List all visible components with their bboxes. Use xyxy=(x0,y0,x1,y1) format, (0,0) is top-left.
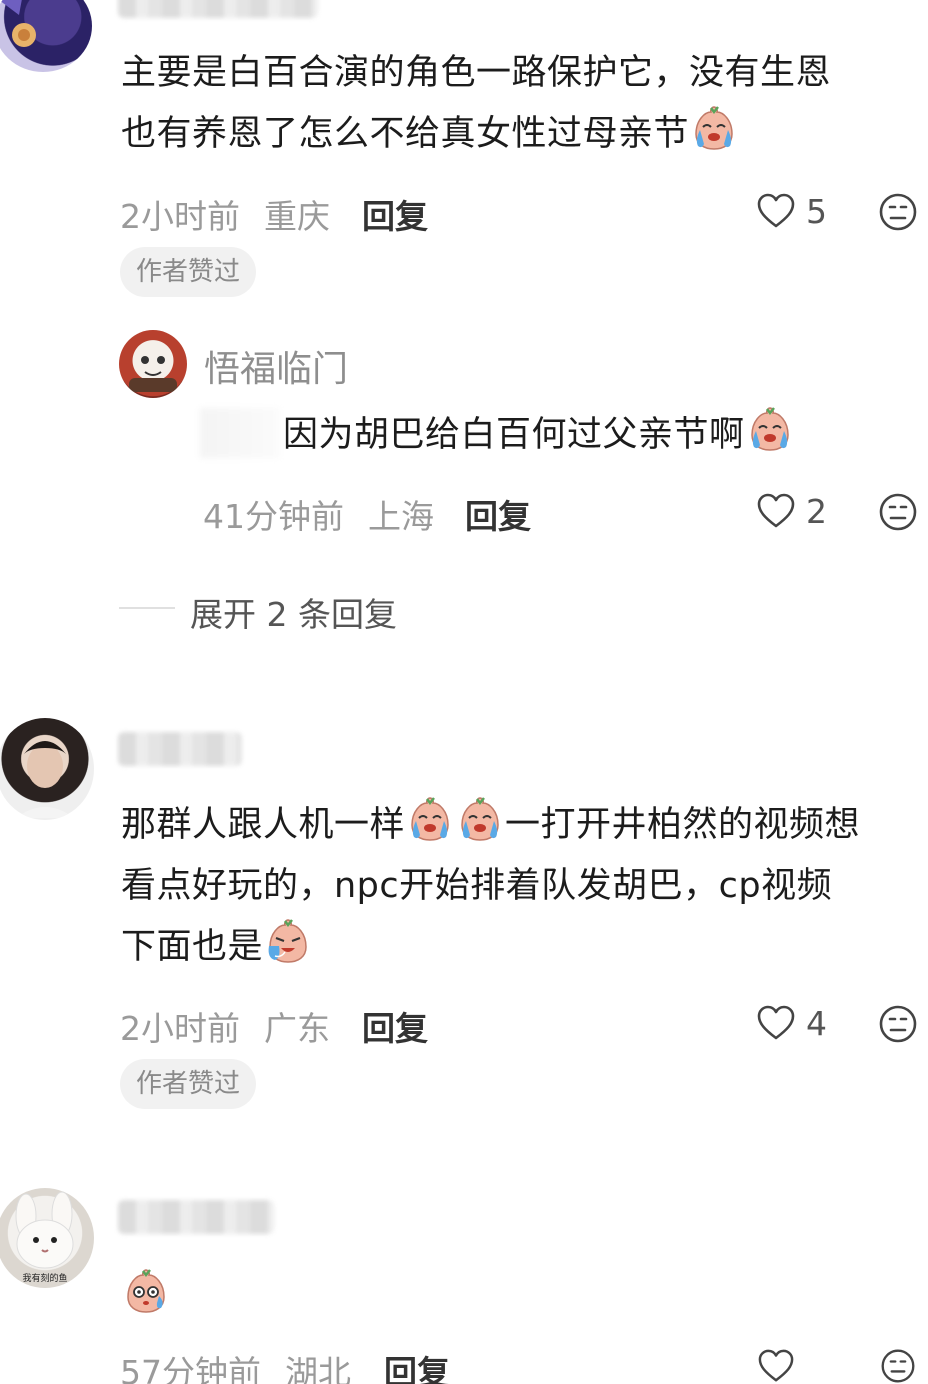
neutral-face-icon[interactable] xyxy=(878,1348,918,1384)
comment-text-line: 主要是白百合演的角色一路保护它，没有生恩 xyxy=(121,53,832,93)
quoted-blur xyxy=(200,408,280,458)
heart-outline-icon[interactable] xyxy=(756,492,796,530)
expand-replies-button[interactable]: 展开 2 条回复 xyxy=(190,588,397,636)
crying-face-emoji xyxy=(461,797,499,841)
crying-face-emoji xyxy=(411,797,449,841)
avatar[interactable] xyxy=(0,718,94,820)
like-count: 5 xyxy=(806,192,827,231)
reply-button[interactable]: 回复 xyxy=(384,1346,450,1384)
stunned-face-emoji xyxy=(127,1269,165,1313)
crying-face-emoji xyxy=(695,106,733,150)
avatar-caption: 我有刻的鱼 xyxy=(22,1272,67,1284)
neutral-face-icon[interactable] xyxy=(878,1004,918,1044)
heart-outline-icon[interactable] xyxy=(756,1348,796,1384)
author-liked-badge: 作者赞过 xyxy=(120,247,257,297)
sobbing-face-emoji xyxy=(268,919,307,963)
username-blurred[interactable] xyxy=(118,0,318,18)
reply-button[interactable]: 回复 xyxy=(362,190,428,238)
comment-time: 2小时前 xyxy=(120,1009,240,1048)
neutral-face-icon[interactable] xyxy=(878,192,918,232)
like-count: 4 xyxy=(806,1004,827,1043)
avatar[interactable] xyxy=(119,330,187,398)
author-liked-badge: 作者赞过 xyxy=(120,1059,257,1109)
like-count: 2 xyxy=(806,492,827,531)
reply-button[interactable]: 回复 xyxy=(465,490,531,538)
avatar-art xyxy=(129,356,177,392)
neutral-face-icon[interactable] xyxy=(878,492,918,532)
expand-divider xyxy=(119,607,175,609)
comment-text-line: 那群人跟人机一样 一打开井柏然的视频想 xyxy=(121,794,860,856)
comment-text-line: 也有养恩了怎么不给真女性过母亲节 xyxy=(121,103,739,165)
comment-time: 57分钟前 xyxy=(120,1353,261,1384)
reply-time: 41分钟前 xyxy=(203,497,344,536)
comment-location: 广东 xyxy=(264,1009,330,1048)
heart-outline-icon[interactable] xyxy=(756,192,796,230)
comment-time: 2小时前 xyxy=(120,197,240,236)
comment-text-line: 看点好玩的，npc开始排着队发胡巴，cp视频 xyxy=(121,866,833,906)
username-blurred[interactable] xyxy=(118,732,242,766)
heart-outline-icon[interactable] xyxy=(756,1004,796,1042)
reply-button[interactable]: 回复 xyxy=(362,1002,428,1050)
reply-text: 因为胡巴给白百何过父亲节啊 xyxy=(283,404,795,466)
crying-face-emoji xyxy=(750,407,789,451)
comment-text-line: 下面也是 xyxy=(121,916,313,978)
avatar-art: 我有刻的鱼 xyxy=(15,1191,74,1284)
reply-location: 上海 xyxy=(368,497,434,536)
avatar-art xyxy=(16,741,74,818)
username-blurred[interactable] xyxy=(118,1200,274,1234)
username[interactable]: 悟福临门 xyxy=(204,340,348,392)
avatar-art xyxy=(0,0,36,47)
avatar[interactable]: 我有刻的鱼 xyxy=(0,1188,94,1288)
avatar[interactable] xyxy=(0,0,92,72)
comment-location: 重庆 xyxy=(264,197,330,236)
comment-location: 湖北 xyxy=(285,1353,351,1384)
